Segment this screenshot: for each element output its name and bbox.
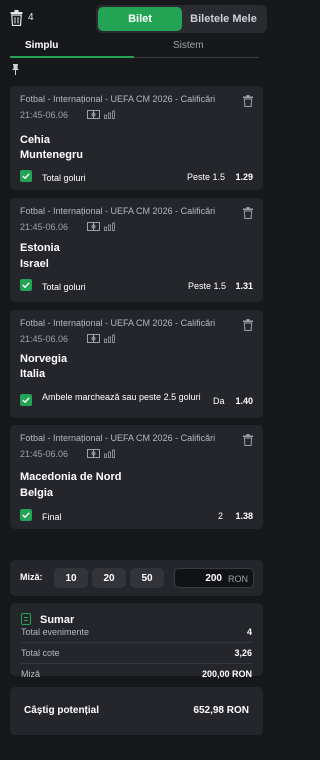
pitch-icon[interactable] <box>87 222 100 231</box>
quick-stake-50-button[interactable]: 50 <box>130 568 164 588</box>
tab-divider <box>134 57 259 58</box>
potential-winnings-panel: Câștig potențial 652,98 RON <box>10 687 263 735</box>
remove-bet-icon[interactable] <box>243 95 253 107</box>
away-team: Belgia <box>20 487 54 499</box>
bet-card: Fotbal - Internațional - UEFA CM 2026 - … <box>10 198 263 302</box>
top-bar: 4 Bilet Biletele Mele <box>0 0 269 38</box>
bet-stat-icons <box>87 110 116 119</box>
bet-time: 21:45-06.06 <box>20 334 69 344</box>
bet-card: Fotbal - Internațional - UEFA CM 2026 - … <box>10 310 263 418</box>
check-icon[interactable] <box>20 394 32 406</box>
pitch-icon[interactable] <box>87 110 100 119</box>
bet-stat-icons <box>87 334 116 343</box>
summary-label: Miză <box>21 669 41 679</box>
away-team: Italia <box>20 368 46 380</box>
bet-count: 4 <box>28 12 34 23</box>
selection: Peste 1.5 <box>187 172 226 182</box>
bet-league: Fotbal - Internațional - UEFA CM 2026 - … <box>20 206 216 216</box>
bet-league: Fotbal - Internațional - UEFA CM 2026 - … <box>20 433 216 443</box>
stake-panel: Miză: 10 20 50 200 RON <box>10 560 263 596</box>
stake-currency: RON <box>228 574 248 584</box>
check-icon[interactable] <box>20 170 32 182</box>
tab-simplu[interactable]: Simplu <box>25 40 58 51</box>
bet-card: Fotbal - Internațional - UEFA CM 2026 - … <box>10 86 263 190</box>
active-tab-indicator <box>10 56 134 58</box>
odd: 1.38 <box>235 511 253 521</box>
home-team: Macedonia de Nord <box>20 471 122 483</box>
pitch-icon[interactable] <box>87 334 100 343</box>
quick-stake-10-button[interactable]: 10 <box>54 568 88 588</box>
remove-bet-icon[interactable] <box>243 434 253 446</box>
bet-time: 21:45-06.06 <box>20 222 69 232</box>
summary-row: Total cote 3,26 <box>21 648 252 662</box>
summary-divider <box>21 663 252 664</box>
check-icon[interactable] <box>20 509 32 521</box>
trash-icon[interactable] <box>10 10 23 26</box>
stake-value: 200 <box>205 573 222 584</box>
stats-icon[interactable] <box>104 449 116 458</box>
remove-bet-icon[interactable] <box>243 319 253 331</box>
toggle-biletele-mele[interactable]: Biletele Mele <box>182 7 265 31</box>
pitch-icon[interactable] <box>87 449 100 458</box>
odd: 1.31 <box>235 281 253 291</box>
stats-icon[interactable] <box>104 110 116 119</box>
summary-row: Total evenimente 4 <box>21 627 252 641</box>
stake-input[interactable]: 200 RON <box>174 568 254 588</box>
pin-icon[interactable] <box>11 64 20 75</box>
bet-type-tabs: Simplu Sistem <box>0 38 269 58</box>
remove-bet-icon[interactable] <box>243 207 253 219</box>
market-name: Total goluri <box>42 173 86 183</box>
quick-stake-20-button[interactable]: 20 <box>92 568 126 588</box>
toggle-bilet[interactable]: Bilet <box>98 7 182 31</box>
market-name: Total goluri <box>42 282 86 292</box>
bet-time: 21:45-06.06 <box>20 110 69 120</box>
summary-value: 200,00 RON <box>201 669 252 679</box>
stats-icon[interactable] <box>104 334 116 343</box>
home-team: Norvegia <box>20 353 68 365</box>
potential-winnings-label: Câștig potențial <box>24 705 100 716</box>
away-team: Muntenegru <box>20 149 83 161</box>
summary-label: Total evenimente <box>21 627 90 637</box>
betslip-toggle: Bilet Biletele Mele <box>96 5 267 33</box>
market-name: Final <box>42 512 62 522</box>
bet-time: 21:45-06.06 <box>20 449 69 459</box>
summary-value: 4 <box>246 627 252 637</box>
summary-row: Miză 200,00 RON <box>21 669 252 683</box>
odd: 1.29 <box>235 172 253 182</box>
summary-value: 3,26 <box>234 648 252 658</box>
home-team: Estonia <box>20 242 60 254</box>
selection: Peste 1.5 <box>188 281 227 291</box>
summary-label: Total cote <box>21 648 60 658</box>
bet-league: Fotbal - Internațional - UEFA CM 2026 - … <box>20 94 216 104</box>
home-team: Cehia <box>20 134 50 146</box>
summary-divider <box>21 642 252 643</box>
tab-sistem[interactable]: Sistem <box>173 40 204 51</box>
bet-league: Fotbal - Internațional - UEFA CM 2026 - … <box>20 318 216 328</box>
away-team: Israel <box>20 258 49 270</box>
selection: 2 <box>218 511 224 521</box>
summary-title: Sumar <box>40 614 75 626</box>
odd: 1.40 <box>235 396 253 406</box>
selection: Da <box>213 396 225 406</box>
bet-stat-icons <box>87 449 116 458</box>
bet-stat-icons <box>87 222 116 231</box>
stake-label: Miză: <box>20 572 43 582</box>
stats-icon[interactable] <box>104 222 116 231</box>
receipt-icon <box>21 613 31 625</box>
potential-winnings-value: 652,98 RON <box>193 705 249 716</box>
bet-card: Fotbal - Internațional - UEFA CM 2026 - … <box>10 425 263 529</box>
check-icon[interactable] <box>20 279 32 291</box>
market-name: Ambele marchează sau peste 2.5 goluri <box>42 392 201 402</box>
